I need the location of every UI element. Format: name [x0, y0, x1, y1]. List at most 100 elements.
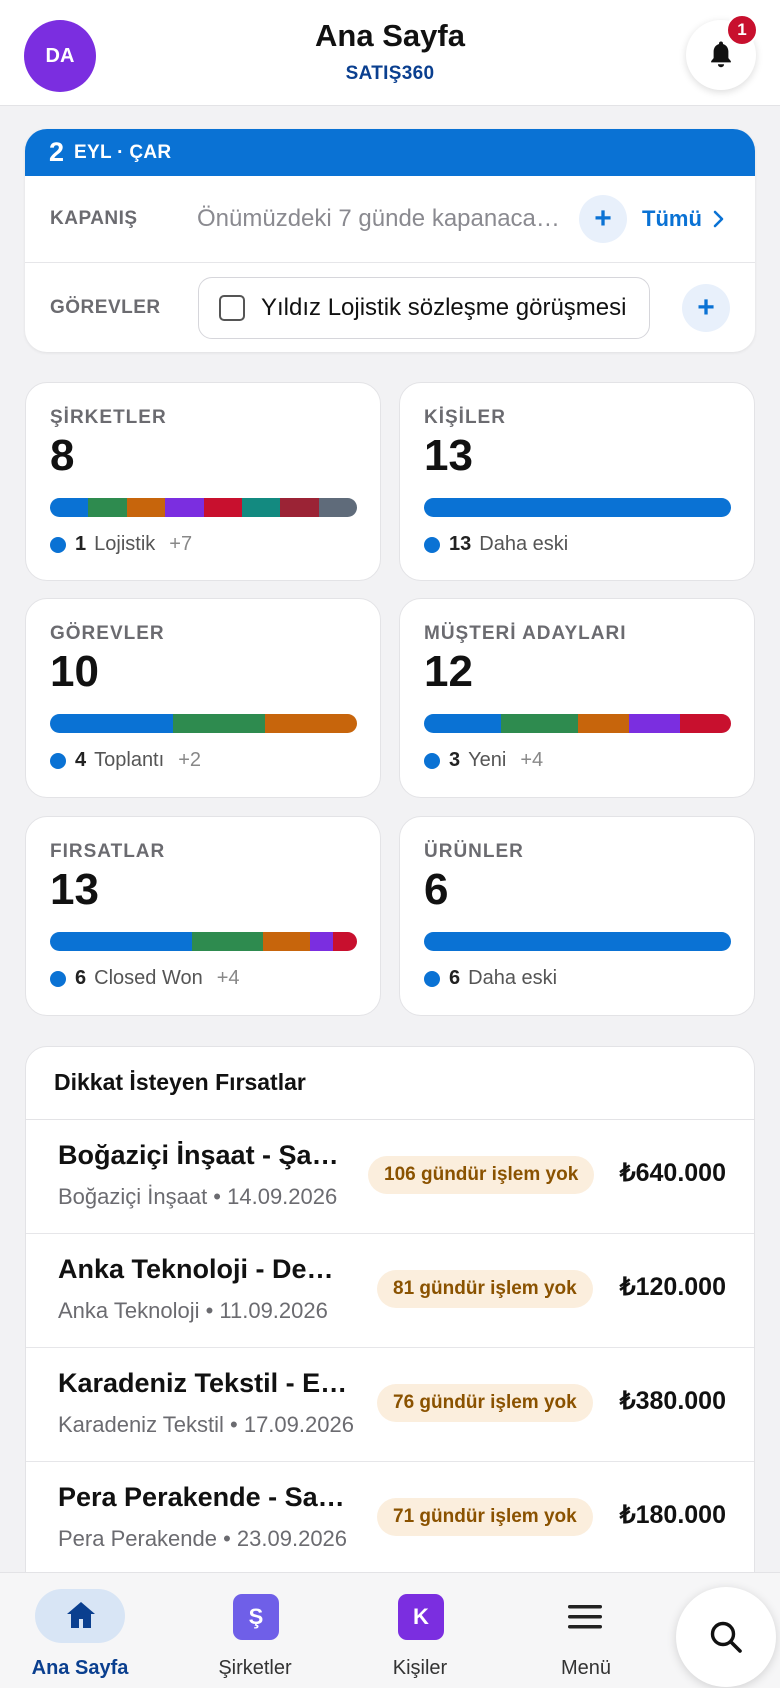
bar-segment [264, 714, 357, 733]
bar-segment [50, 932, 192, 951]
stat-distribution-bar [50, 714, 357, 733]
opportunity-row[interactable]: Karadeniz Tekstil - ERP Geçişi Karadeniz … [26, 1348, 754, 1462]
bar-segment [577, 714, 629, 733]
stat-distribution-bar [50, 498, 357, 517]
add-closing-button[interactable]: + [579, 195, 627, 243]
bar-segment [241, 498, 281, 517]
people-tile-icon: K [398, 1594, 444, 1640]
opportunity-meta: Boğaziçi İnşaat • 14.09.2026 [58, 1184, 338, 1209]
companies-tile-icon: Ş [233, 1594, 279, 1640]
opportunity-amount: ₺380.000 [619, 1387, 726, 1415]
task-item[interactable]: Yıldız Lojistik sözleşme görüşmesi [198, 276, 650, 339]
nav-menu-label: Menü [560, 1657, 612, 1679]
attention-title: Dikkat İsteyen Fırsatlar [54, 1069, 306, 1095]
bar-segment [424, 498, 731, 517]
date-label: EYL · ÇAR [74, 141, 172, 163]
legend-count: 13 [449, 533, 472, 555]
legend-dot [424, 536, 440, 553]
plus-icon: + [594, 202, 612, 235]
legend-count: 1 [75, 533, 87, 555]
bar-segment [679, 714, 731, 733]
opportunity-row[interactable]: Pera Perakende - Satış Modülü Pera Perake… [26, 1462, 754, 1576]
opportunity-row[interactable]: Boğaziçi İnşaat - Şantiye Yazılımı Boğazi… [26, 1120, 754, 1234]
opportunity-amount: ₺640.000 [619, 1159, 726, 1187]
opportunity-name: Pera Perakende - Satış Modülü [58, 1482, 348, 1512]
stat-card-leads[interactable]: MÜŞTERİ ADAYLARI 12 3 Yeni +4 [399, 598, 755, 798]
bar-segment [280, 498, 319, 517]
task-checkbox[interactable] [219, 294, 245, 321]
stat-legend: 4 Toplantı +2 [50, 749, 201, 772]
stat-count: 8 [50, 431, 75, 480]
bar-segment [50, 714, 173, 733]
stat-count: 13 [424, 431, 473, 480]
bar-segment [262, 932, 310, 951]
legend-dot [50, 536, 66, 553]
stat-title: ŞİRKETLER [50, 407, 167, 428]
bell-icon [711, 41, 731, 68]
stat-card-products[interactable]: ÜRÜNLER 6 6 Daha eski [399, 816, 755, 1016]
add-task-button[interactable]: + [682, 283, 730, 332]
stat-title: ÜRÜNLER [424, 841, 524, 862]
nav-home[interactable]: Ana Sayfa [15, 1573, 165, 1688]
task-title: Yıldız Lojistik sözleşme görüşmesi [261, 293, 627, 321]
notification-badge: 1 [726, 14, 758, 46]
inactivity-badge: 76 gündür işlem yok [377, 1384, 593, 1422]
today-card: 2 EYL · ÇAR KAPANIŞ Önümüzdeki 7 günde k… [25, 129, 755, 352]
opportunity-meta: Pera Perakende • 23.09.2026 [58, 1526, 348, 1551]
legend-count: 4 [75, 749, 87, 771]
stat-distribution-bar [50, 932, 357, 951]
inactivity-badge: 71 gündür işlem yok [377, 1498, 593, 1536]
legend-label: Closed Won [94, 967, 203, 989]
stat-title: MÜŞTERİ ADAYLARI [424, 623, 627, 644]
stat-card-people[interactable]: KİŞİLER 13 13 Daha eski [399, 382, 755, 581]
opportunity-name: Boğaziçi İnşaat - Şantiye Yazılımı [58, 1140, 348, 1170]
legend-dot [424, 752, 440, 769]
stat-title: KİŞİLER [424, 407, 506, 428]
legend-dot [424, 970, 440, 987]
date-day: 2 [49, 137, 65, 167]
stat-count: 12 [424, 647, 473, 696]
stat-legend: 6 Closed Won +4 [50, 967, 240, 990]
legend-count: 6 [449, 967, 461, 989]
bar-segment [203, 498, 242, 517]
nav-menu[interactable]: Menü [511, 1573, 661, 1688]
nav-companies[interactable]: Ş Şirketler [180, 1573, 330, 1688]
stat-legend: 1 Lojistik +7 [50, 533, 192, 556]
search-button[interactable] [676, 1587, 776, 1687]
tasks-row: GÖREVLER Yıldız Lojistik sözleşme görüşm… [25, 263, 755, 352]
opportunity-row[interactable]: Anka Teknoloji - Destek Paketi Anka Tekno… [26, 1234, 754, 1348]
opportunity-amount: ₺180.000 [619, 1501, 726, 1529]
app-name: SATIŞ360 [345, 63, 435, 84]
bar-segment [424, 714, 501, 733]
stat-card-tasks[interactable]: GÖREVLER 10 4 Toplantı +2 [25, 598, 381, 798]
legend-count: 3 [449, 749, 461, 771]
view-all-link[interactable]: Tümü [642, 206, 724, 232]
plus-icon: + [697, 290, 715, 324]
legend-more: +4 [216, 967, 240, 989]
nav-people[interactable]: K Kişiler [345, 1573, 495, 1688]
opportunity-name: Anka Teknoloji - Destek Paketi [58, 1254, 348, 1284]
legend-dot [50, 970, 66, 987]
bottom-nav: Ana Sayfa Ş Şirketler K Kişiler Menü [0, 1572, 780, 1688]
stat-count: 10 [50, 647, 99, 696]
bar-segment [318, 498, 357, 517]
stat-legend: 13 Daha eski [424, 533, 582, 556]
home-icon [67, 1602, 95, 1628]
stat-count: 6 [424, 865, 449, 914]
bar-segment [191, 932, 263, 951]
legend-label: Daha eski [468, 967, 558, 989]
legend-more: +2 [178, 749, 201, 771]
opportunity-meta: Anka Teknoloji • 11.09.2026 [58, 1298, 328, 1323]
nav-home-label: Ana Sayfa [31, 1657, 129, 1679]
bar-segment [50, 498, 89, 517]
chevron-right-icon [713, 210, 724, 228]
view-all-label: Tümü [642, 206, 702, 231]
closing-label: KAPANIŞ [50, 208, 138, 229]
stat-title: FIRSATLAR [50, 841, 166, 862]
stat-card-opportunities[interactable]: FIRSATLAR 13 6 Closed Won +4 [25, 816, 381, 1016]
nav-companies-label: Şirketler [218, 1657, 292, 1679]
stat-card-companies[interactable]: ŞİRKETLER 8 1 Lojistik +7 [25, 382, 381, 581]
bar-segment [424, 932, 731, 951]
legend-dot [50, 752, 66, 769]
closing-empty-text: Önümüzdeki 7 günde kapanacak fırsat yok [197, 205, 567, 232]
